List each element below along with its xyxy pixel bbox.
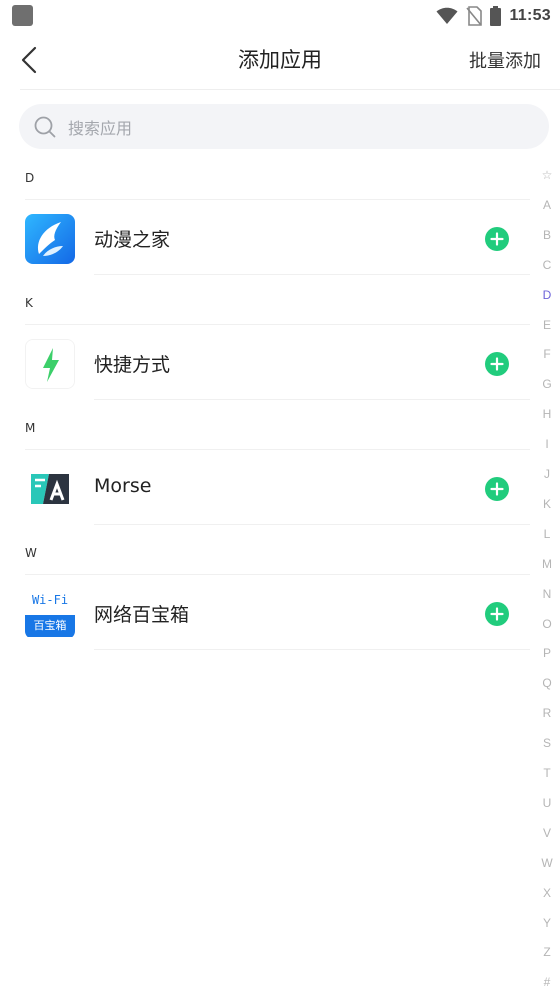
index-letter[interactable]: H bbox=[534, 404, 560, 424]
index-letter[interactable]: N bbox=[534, 584, 560, 604]
status-time: 11:53 bbox=[509, 7, 551, 24]
alphabet-index-bar[interactable]: ☆ A B C D E F G H I J K L M N O P Q R S T U V W X Y Z # bbox=[534, 160, 560, 996]
status-bar: 11:53 bbox=[0, 0, 560, 32]
index-letter[interactable]: S bbox=[534, 733, 560, 753]
index-letter[interactable]: D bbox=[534, 284, 560, 305]
section-header-w: W bbox=[0, 525, 530, 575]
section-letter: M bbox=[25, 421, 36, 435]
list-item[interactable]: 动漫之家 bbox=[0, 200, 530, 275]
index-letter[interactable]: ☆ bbox=[534, 165, 560, 185]
status-indicators: 11:53 bbox=[436, 4, 551, 28]
index-letter[interactable]: U bbox=[534, 793, 560, 813]
section-letter: D bbox=[25, 171, 35, 185]
wifi-toolbox-icon: Wi-Fi 百宝箱 bbox=[25, 589, 75, 639]
app-name: 网络百宝箱 bbox=[94, 604, 190, 626]
index-letter[interactable]: B bbox=[534, 225, 560, 245]
index-letter[interactable]: T bbox=[534, 763, 560, 783]
app-name: 动漫之家 bbox=[94, 229, 171, 251]
section-header-d: D bbox=[0, 150, 530, 200]
plus-icon bbox=[490, 357, 504, 371]
index-letter[interactable]: L bbox=[534, 524, 560, 544]
search-placeholder: 搜索应用 bbox=[68, 118, 133, 138]
notification-app-icon bbox=[12, 5, 33, 26]
no-sim-icon bbox=[466, 6, 483, 26]
index-letter[interactable]: P bbox=[534, 643, 560, 663]
nav-divider bbox=[20, 89, 560, 90]
index-letter[interactable]: F bbox=[534, 344, 560, 364]
index-letter[interactable]: G bbox=[534, 374, 560, 394]
search-input[interactable]: 搜索应用 bbox=[19, 104, 549, 149]
app-list: D 动漫之家 K 快捷方式 M Morse W Wi-Fi 百宝箱 网络百宝箱 bbox=[0, 150, 530, 650]
index-letter[interactable]: A bbox=[534, 195, 560, 215]
wifi-toolbox-icon-top-text: Wi-Fi bbox=[31, 593, 69, 607]
search-icon bbox=[34, 116, 56, 137]
list-item[interactable]: Morse bbox=[0, 450, 530, 525]
index-letter[interactable]: # bbox=[534, 972, 560, 992]
list-item[interactable]: Wi-Fi 百宝箱 网络百宝箱 bbox=[0, 575, 530, 650]
index-letter[interactable]: K bbox=[534, 494, 560, 514]
nav-bar: 添加应用 批量添加 bbox=[0, 32, 560, 88]
add-button[interactable] bbox=[485, 227, 509, 251]
index-letter[interactable]: E bbox=[534, 315, 560, 335]
section-header-k: K bbox=[0, 275, 530, 325]
plus-icon bbox=[490, 232, 504, 246]
app-name: 快捷方式 bbox=[94, 354, 171, 376]
index-letter[interactable]: O bbox=[534, 614, 560, 634]
section-letter: K bbox=[25, 296, 33, 310]
list-item[interactable]: 快捷方式 bbox=[0, 325, 530, 400]
morse-icon bbox=[25, 464, 75, 514]
index-letter[interactable]: W bbox=[534, 853, 560, 873]
index-letter[interactable]: Q bbox=[534, 673, 560, 693]
shortcut-lightning-icon bbox=[25, 339, 75, 389]
add-button[interactable] bbox=[485, 602, 509, 626]
index-letter[interactable]: Y bbox=[534, 913, 560, 933]
plus-icon bbox=[490, 482, 504, 496]
index-letter[interactable]: V bbox=[534, 823, 560, 843]
section-letter: W bbox=[25, 546, 37, 560]
plus-icon bbox=[490, 607, 504, 621]
add-button[interactable] bbox=[485, 352, 509, 376]
index-letter[interactable]: R bbox=[534, 703, 560, 723]
index-letter[interactable]: X bbox=[534, 883, 560, 903]
battery-icon bbox=[490, 6, 502, 26]
wifi-toolbox-icon-bottom-text: 百宝箱 bbox=[25, 615, 75, 637]
batch-add-button[interactable]: 批量添加 bbox=[469, 47, 541, 73]
index-letter[interactable]: C bbox=[534, 255, 560, 275]
index-letter[interactable]: I bbox=[534, 434, 560, 454]
wifi-icon bbox=[436, 7, 458, 24]
add-button[interactable] bbox=[485, 477, 509, 501]
app-name: Morse bbox=[94, 475, 152, 497]
section-header-m: M bbox=[0, 400, 530, 450]
anime-home-icon bbox=[25, 214, 75, 264]
index-letter[interactable]: Z bbox=[534, 942, 560, 962]
index-letter[interactable]: J bbox=[534, 464, 560, 484]
index-letter[interactable]: M bbox=[534, 554, 560, 574]
